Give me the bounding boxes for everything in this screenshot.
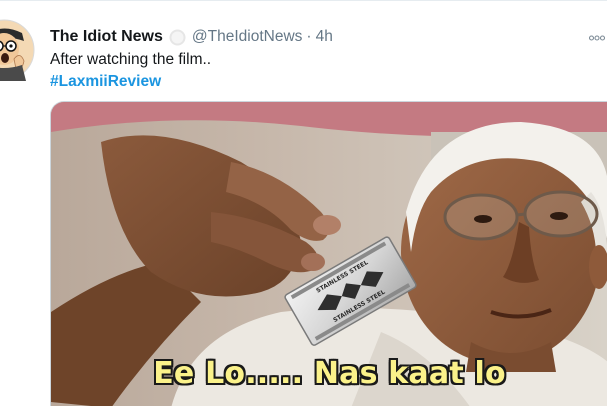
more-options-icon[interactable] [588,30,606,41]
hashtag-link[interactable]: #LaxmiiReview [50,73,161,91]
cartoon-avatar-icon [0,19,35,81]
meme-caption: Ee Lo..... Nas kaat lo [153,356,506,391]
verified-badge-icon [169,29,186,46]
tweet-timestamp[interactable]: 4h [316,28,333,46]
tweet-media-image[interactable]: STAINLESS STEEL STAINLESS STEEL Ee Lo...… [50,101,607,406]
author-handle[interactable]: @TheIdiotNews [192,28,303,46]
header-separator: · [306,28,312,45]
tweet[interactable]: The Idiot News @TheIdiotNews · 4h After … [0,0,607,406]
tweet-text: After watching the film.. [50,51,212,68]
tweet-header: The Idiot News @TheIdiotNews · 4h [50,27,333,47]
author-name[interactable]: The Idiot News [50,28,163,46]
avatar[interactable] [0,19,38,81]
